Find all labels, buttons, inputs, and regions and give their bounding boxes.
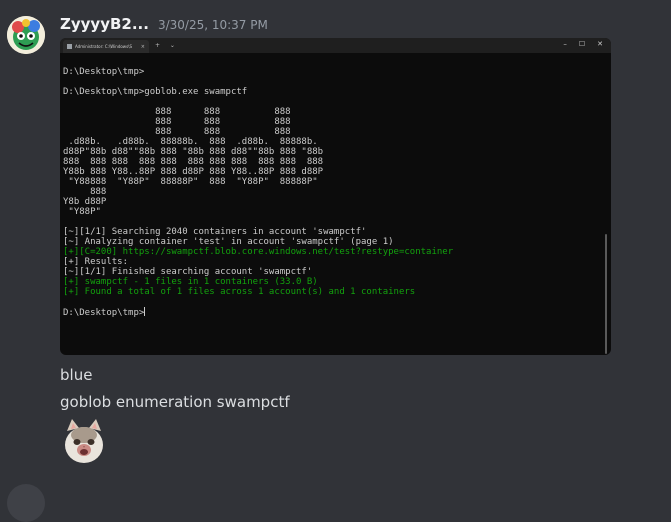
terminal-icon	[67, 44, 72, 49]
cat-sticker[interactable]	[62, 417, 106, 465]
terminal-line: Y88b 888 Y88..88P 888 d88P 888 Y88..88P …	[63, 167, 324, 177]
terminal-line: [~] Analyzing container 'test' in accoun…	[63, 237, 394, 247]
terminal-line: 888 888 888	[63, 127, 291, 137]
message-header: ZyyyyB2... 3/30/25, 10:37 PM	[60, 15, 268, 37]
terminal-line: d88P"88b d88""88b 888 "88b 888 d88""88b …	[63, 147, 324, 157]
terminal-scrollbar	[605, 234, 607, 354]
terminal-screenshot-attachment[interactable]: Administrator: C:\Windows\S × + ⌄ – ☐ ✕ …	[60, 38, 611, 355]
terminal-line: [+] Found a total of 1 files across 1 ac…	[63, 287, 416, 297]
terminal-line: [+] Results:	[63, 257, 129, 267]
message-text-line: goblob enumeration swampctf	[60, 393, 290, 411]
username[interactable]: ZyyyyB2...	[60, 15, 149, 33]
terminal-line: 888 888 888 888 888 888 888 888 888 888 …	[63, 157, 324, 167]
close-icon: ✕	[597, 40, 603, 48]
new-tab-icon: + ⌄	[155, 42, 179, 49]
terminal-line: [+][C=200] https://swampctf.blob.core.wi…	[63, 247, 454, 257]
minimize-icon: –	[563, 40, 567, 48]
cat-sticker-icon	[65, 419, 103, 463]
terminal-line: "Y88P"	[63, 207, 101, 217]
terminal-line: Y8b d88P	[63, 197, 107, 207]
terminal-titlebar: Administrator: C:\Windows\S × + ⌄ – ☐ ✕	[60, 38, 611, 53]
terminal-tab-title: Administrator: C:\Windows\S	[75, 44, 133, 49]
window-controls: – ☐ ✕	[563, 40, 603, 48]
terminal-line: D:\Desktop\tmp>	[63, 67, 145, 77]
message-text-line: blue	[60, 366, 93, 384]
terminal-line: 888	[63, 187, 107, 197]
terminal-line: 888 888 888	[63, 117, 291, 127]
terminal-line: 888 888 888	[63, 107, 291, 117]
terminal-line: "Y88888 "Y88P" 88888P" 888 "Y88P" 88888P…	[63, 177, 318, 187]
terminal-cursor	[144, 307, 146, 316]
terminal-line: D:\Desktop\tmp>goblob.exe swampctf	[63, 87, 248, 97]
terminal-tab: Administrator: C:\Windows\S ×	[63, 40, 149, 53]
tab-close-icon: ×	[140, 43, 145, 50]
terminal-line: [~][1/1] Searching 2040 containers in ac…	[63, 227, 367, 237]
maximize-icon: ☐	[578, 40, 586, 48]
terminal-line: [+] swampctf - 1 files in 1 containers (…	[63, 277, 318, 287]
terminal-line: [~][1/1] Finished searching account 'swa…	[63, 267, 313, 277]
next-message-avatar[interactable]	[7, 484, 45, 522]
terminal-line: D:\Desktop\tmp>	[63, 307, 146, 318]
terminal-output: D:\Desktop\tmp> D:\Desktop\tmp>goblob.exe…	[63, 57, 593, 353]
terminal-line: .d88b. .d88b. 88888b. 888 .d88b. 88888b.	[63, 137, 318, 147]
user-avatar[interactable]	[7, 16, 45, 54]
avatar-cartoon-icon	[7, 16, 45, 54]
timestamp: 3/30/25, 10:37 PM	[157, 18, 268, 32]
